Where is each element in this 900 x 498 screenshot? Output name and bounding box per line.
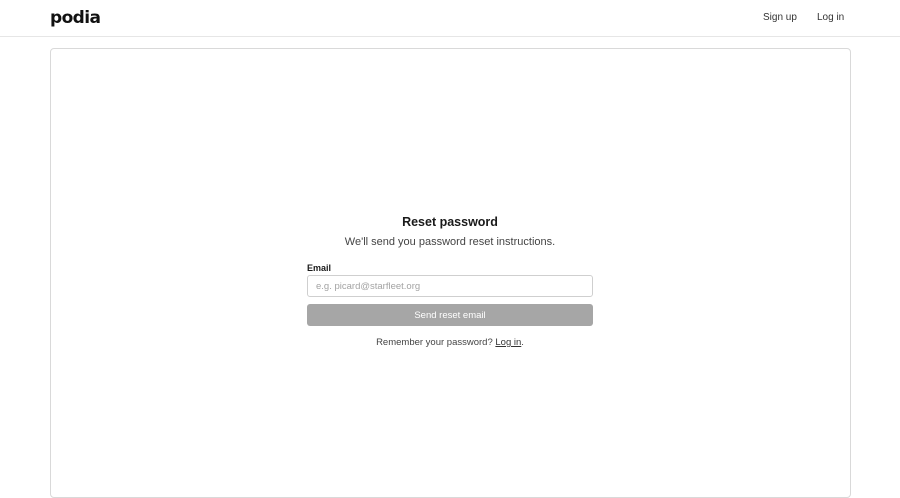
remember-password-prompt: Remember your password? (376, 337, 496, 348)
sign-up-link[interactable]: Sign up (763, 11, 797, 25)
remember-password-text: Remember your password? Log in. (0, 336, 900, 349)
send-reset-email-button[interactable]: Send reset email (307, 304, 593, 326)
log-in-inline-link[interactable]: Log in (495, 337, 521, 348)
remember-suffix: . (521, 337, 524, 348)
podia-logo[interactable]: podia (50, 8, 101, 28)
email-label: Email (307, 263, 332, 273)
page-title: Reset password (402, 215, 498, 229)
top-navbar: podia Sign up Log in (0, 0, 900, 37)
reset-password-card (50, 48, 851, 498)
email-field[interactable] (307, 275, 593, 297)
page-subtitle: We'll send you password reset instructio… (344, 236, 556, 248)
log-in-link[interactable]: Log in (817, 11, 844, 25)
